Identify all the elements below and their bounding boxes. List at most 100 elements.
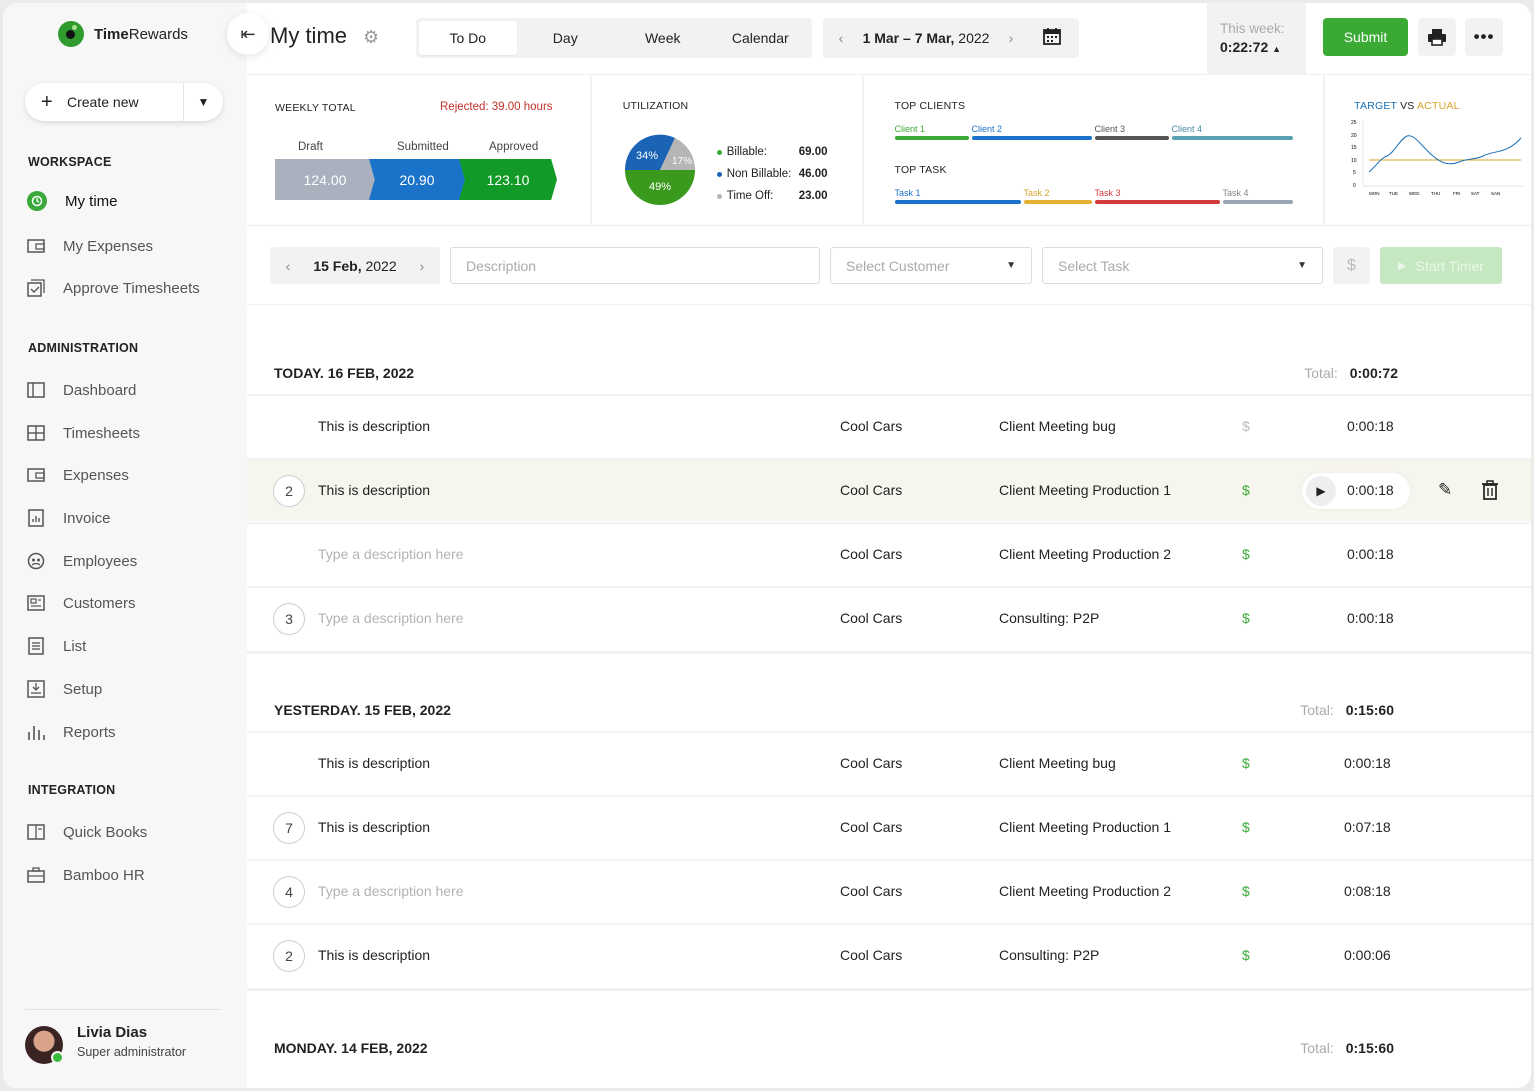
client-bar[interactable] bbox=[971, 136, 1092, 140]
entry-customer[interactable]: Cool Cars bbox=[840, 482, 902, 498]
sidebar-item-reports[interactable]: Reports bbox=[27, 720, 116, 744]
client-label: Client 1 bbox=[894, 124, 926, 134]
billable-toggle[interactable]: $ bbox=[1333, 247, 1370, 284]
task-bar[interactable] bbox=[1094, 200, 1220, 204]
entry-count-badge[interactable]: 2 bbox=[273, 475, 305, 507]
submitted-bar[interactable]: 20.90 bbox=[369, 159, 465, 200]
sidebar-item-list[interactable]: List bbox=[27, 634, 86, 658]
entry-count-badge[interactable]: 7 bbox=[273, 812, 305, 844]
sidebar-item-dashboard[interactable]: Dashboard bbox=[27, 378, 136, 402]
entry-description[interactable]: Type a description here bbox=[318, 546, 464, 562]
calendar-icon[interactable] bbox=[1043, 27, 1061, 50]
entry-customer[interactable]: Cool Cars bbox=[840, 610, 902, 626]
entry-task[interactable]: Client Meeting Production 2 bbox=[999, 546, 1171, 562]
billable-dollar-icon[interactable]: $ bbox=[1242, 418, 1250, 434]
entry-count-badge[interactable]: 2 bbox=[273, 940, 305, 972]
sidebar-item-my-expenses[interactable]: My Expenses bbox=[27, 234, 153, 258]
tab-day[interactable]: Day bbox=[517, 21, 615, 55]
trash-icon[interactable] bbox=[1481, 480, 1499, 503]
sidebar-item-approve-timesheets[interactable]: Approve Timesheets bbox=[27, 276, 200, 300]
billable-dollar-icon[interactable]: $ bbox=[1242, 610, 1250, 626]
pencil-icon[interactable]: ✎ bbox=[1438, 480, 1452, 500]
chevron-right-icon[interactable]: › bbox=[404, 258, 440, 274]
draft-bar[interactable]: 124.00 bbox=[275, 159, 375, 200]
billable-dollar-icon[interactable]: $ bbox=[1242, 482, 1250, 498]
entry-customer[interactable]: Cool Cars bbox=[840, 546, 902, 562]
print-button[interactable] bbox=[1418, 18, 1456, 56]
sidebar-item-expenses[interactable]: Expenses bbox=[27, 463, 129, 487]
sidebar-item-invoice[interactable]: Invoice bbox=[27, 506, 111, 530]
description-input[interactable] bbox=[466, 257, 804, 274]
entry-task[interactable]: Client Meeting Production 1 bbox=[999, 819, 1171, 835]
collapse-sidebar-button[interactable]: ⇤ bbox=[227, 13, 269, 55]
entry-description[interactable]: Type a description here bbox=[318, 610, 464, 626]
time-entry-row[interactable]: This is description Cool Cars Client Meeti… bbox=[247, 394, 1531, 457]
brand-logo[interactable]: TimeRewards bbox=[58, 21, 188, 47]
entry-count-badge[interactable]: 4 bbox=[273, 876, 305, 908]
chevron-left-icon[interactable]: ‹ bbox=[270, 258, 306, 274]
entry-task[interactable]: Consulting: P2P bbox=[999, 610, 1099, 626]
entry-count-badge[interactable]: 3 bbox=[273, 603, 305, 635]
time-entry-row[interactable]: 2 This is description Cool Cars Consulting:… bbox=[247, 923, 1531, 986]
entry-customer[interactable]: Cool Cars bbox=[840, 755, 902, 771]
entry-date-label[interactable]: 15 Feb, 2022 bbox=[306, 258, 404, 274]
start-timer-button[interactable]: ▶ Start Timer bbox=[1380, 247, 1502, 284]
entry-customer[interactable]: Cool Cars bbox=[840, 819, 902, 835]
time-entry-row[interactable]: 4 Type a description here Cool Cars Client … bbox=[247, 859, 1531, 922]
entry-description[interactable]: Type a description here bbox=[318, 883, 464, 899]
sidebar-item-setup[interactable]: Setup bbox=[27, 677, 102, 701]
client-bar[interactable] bbox=[1171, 136, 1293, 140]
entry-description[interactable]: This is description bbox=[318, 418, 430, 434]
chevron-right-icon[interactable]: › bbox=[993, 30, 1029, 46]
play-icon[interactable]: ▶ bbox=[1306, 476, 1336, 506]
entry-timer[interactable]: ▶ 0:00:18 bbox=[1302, 473, 1410, 509]
tab-week[interactable]: Week bbox=[614, 21, 712, 55]
time-entry-row[interactable]: 3 Type a description here Cool Cars Consult… bbox=[247, 586, 1531, 649]
create-new-dropdown[interactable]: ▼ bbox=[183, 83, 223, 121]
task-bar[interactable] bbox=[1222, 200, 1293, 204]
entry-task[interactable]: Client Meeting bug bbox=[999, 755, 1116, 771]
entry-description[interactable]: This is description bbox=[318, 947, 430, 963]
tab-calendar[interactable]: Calendar bbox=[712, 21, 810, 55]
time-entry-row[interactable]: This is description Cool Cars Client Meeti… bbox=[247, 731, 1531, 794]
sidebar-item-customers[interactable]: Customers bbox=[27, 591, 136, 615]
entry-description[interactable]: This is description bbox=[318, 819, 430, 835]
entry-description[interactable]: This is description bbox=[318, 482, 430, 498]
gear-icon[interactable]: ⚙ bbox=[363, 27, 379, 48]
time-entry-row[interactable]: 2 This is description Cool Cars Client Meet… bbox=[247, 458, 1531, 521]
entry-task[interactable]: Client Meeting bug bbox=[999, 418, 1116, 434]
task-bar[interactable] bbox=[1023, 200, 1092, 204]
billable-dollar-icon[interactable]: $ bbox=[1242, 819, 1250, 835]
this-week-summary[interactable]: This week: 0:22:72 ▲ bbox=[1207, 3, 1306, 75]
time-entry-row[interactable]: Type a description here Cool Cars Client M… bbox=[247, 522, 1531, 585]
sidebar-item-timesheets[interactable]: Timesheets bbox=[27, 421, 140, 445]
client-bar[interactable] bbox=[894, 136, 969, 140]
sidebar-item-my-time[interactable]: My time bbox=[27, 189, 118, 213]
entry-task[interactable]: Client Meeting Production 2 bbox=[999, 883, 1171, 899]
submit-button[interactable]: Submit bbox=[1323, 18, 1408, 56]
user-profile[interactable]: Livia Dias Super administrator bbox=[25, 1009, 221, 1064]
billable-dollar-icon[interactable]: $ bbox=[1242, 883, 1250, 899]
create-new-button[interactable]: + Create new ▼ bbox=[25, 83, 223, 121]
entry-customer[interactable]: Cool Cars bbox=[840, 418, 902, 434]
chevron-left-icon[interactable]: ‹ bbox=[823, 30, 859, 46]
tab-to-do[interactable]: To Do bbox=[419, 21, 517, 55]
sidebar-item-quick-books[interactable]: Quick Books bbox=[27, 820, 147, 844]
sidebar-item-employees[interactable]: Employees bbox=[27, 549, 137, 573]
approved-bar[interactable]: 123.10 bbox=[459, 159, 557, 200]
entry-description[interactable]: This is description bbox=[318, 755, 430, 771]
task-bar[interactable] bbox=[894, 200, 1021, 204]
entry-customer[interactable]: Cool Cars bbox=[840, 947, 902, 963]
billable-dollar-icon[interactable]: $ bbox=[1242, 755, 1250, 771]
client-bar[interactable] bbox=[1094, 136, 1169, 140]
entry-task[interactable]: Consulting: P2P bbox=[999, 947, 1099, 963]
more-options-button[interactable]: ••• bbox=[1465, 18, 1503, 56]
entry-task[interactable]: Client Meeting Production 1 bbox=[999, 482, 1171, 498]
billable-dollar-icon[interactable]: $ bbox=[1242, 947, 1250, 963]
select-customer-dropdown[interactable]: Select Customer ▼ bbox=[830, 247, 1032, 284]
time-entry-row[interactable]: 7 This is description Cool Cars Client Meet… bbox=[247, 795, 1531, 858]
billable-dollar-icon[interactable]: $ bbox=[1242, 546, 1250, 562]
sidebar-item-bamboo-hr[interactable]: Bamboo HR bbox=[27, 863, 145, 887]
entry-customer[interactable]: Cool Cars bbox=[840, 883, 902, 899]
select-task-dropdown[interactable]: Select Task ▼ bbox=[1042, 247, 1323, 284]
